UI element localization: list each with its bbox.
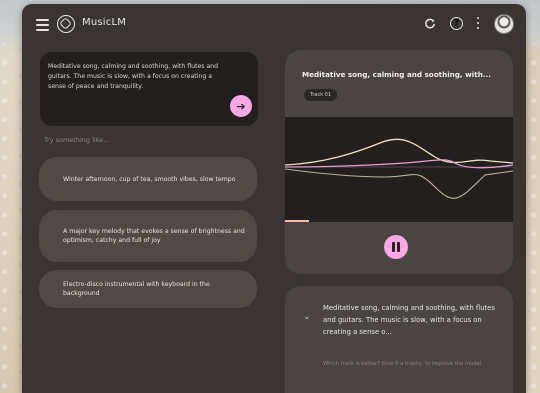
player-card: Meditative song, calming and soothing, w… [285, 50, 513, 274]
description-hint: Which track is better? Give it a trophy,… [323, 361, 483, 367]
app-title: MusicLM [82, 17, 127, 28]
avatar[interactable] [494, 14, 514, 34]
prompt-text[interactable]: Meditative song, calming and soothing, w… [48, 62, 230, 92]
suggestion-chip[interactable]: A major key melody that evokes a sense o… [39, 210, 257, 262]
arrow-right-icon: ➔ [236, 99, 246, 113]
description-text: Meditative song, calming and soothing, w… [323, 304, 495, 336]
suggestion-chip[interactable]: Electro-disco instrumental with keyboard… [39, 270, 257, 308]
menu-icon[interactable] [36, 19, 49, 31]
pause-button[interactable] [384, 235, 408, 259]
app-window: MusicLM ? Meditative song, calming and s… [22, 4, 526, 393]
musiclm-logo-icon [57, 15, 75, 33]
prompt-card[interactable]: Meditative song, calming and soothing, w… [40, 52, 258, 126]
send-button[interactable]: ➔ [230, 95, 252, 117]
player-title: Meditative song, calming and soothing, w… [302, 70, 492, 79]
more-vert-icon[interactable] [476, 17, 480, 31]
chevron-down-icon[interactable]: ⌄ [303, 312, 311, 322]
waveform [285, 117, 513, 222]
refresh-icon[interactable] [424, 18, 436, 30]
suggestion-chip[interactable]: Winter afternoon, cup of tea, smooth vib… [39, 157, 257, 201]
track-chip[interactable]: Track 01 [304, 89, 338, 101]
help-icon[interactable]: ? [450, 17, 463, 30]
top-bar: MusicLM ? [22, 4, 526, 46]
description-card: ⌄ Meditative song, calming and soothing,… [285, 286, 513, 393]
progress-bar[interactable] [285, 220, 309, 222]
suggestions-label: Try something like... [44, 136, 110, 144]
